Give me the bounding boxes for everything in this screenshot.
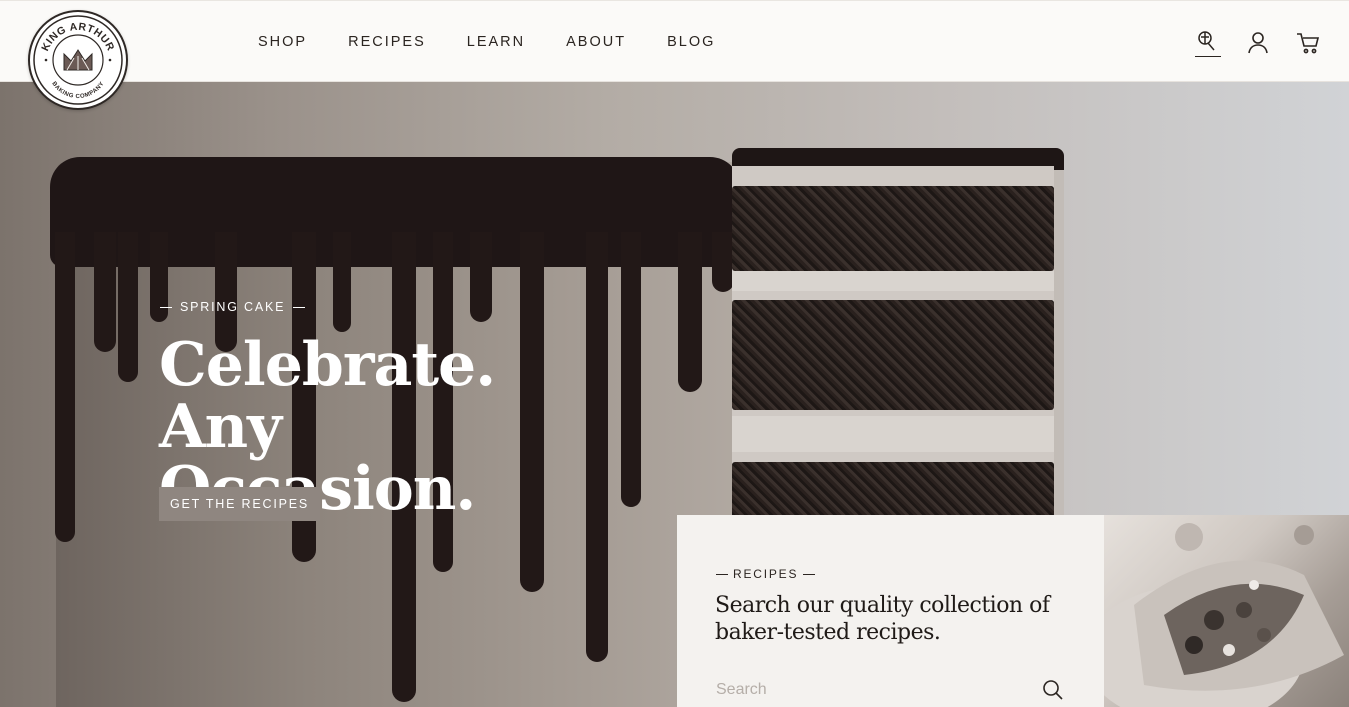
recipe-search-input[interactable]	[716, 675, 1066, 705]
nav-item-learn[interactable]: LEARN	[467, 34, 525, 50]
eyebrow-dash	[293, 306, 306, 308]
recipes-search-panel: RECIPES Search our quality collection of…	[677, 515, 1104, 707]
brand-logo[interactable]: KING ARTHUR BAKING COMPANY	[28, 10, 128, 110]
get-the-recipes-button[interactable]: GET THE RECIPES	[159, 487, 320, 521]
chef-hat-icon[interactable]	[1195, 29, 1221, 57]
hero-eyebrow: SPRING CAKE	[160, 300, 313, 314]
recipes-title-line2: baker-tested recipes.	[715, 620, 941, 645]
hero-title-line1: Celebrate. Any	[159, 330, 496, 462]
logo-emblem: KING ARTHUR BAKING COMPANY	[33, 15, 123, 105]
eyebrow-dash	[803, 573, 816, 575]
hero-eyebrow-label: SPRING CAKE	[180, 300, 286, 314]
search-icon[interactable]	[1041, 678, 1065, 702]
recipes-title-line1: Search our quality collection of	[715, 593, 1050, 618]
nav-item-about[interactable]: ABOUT	[566, 34, 626, 50]
recipes-eyebrow-label: RECIPES	[733, 567, 799, 581]
eyebrow-dash	[160, 306, 172, 308]
user-icon[interactable]	[1245, 29, 1271, 57]
nav-item-shop[interactable]: SHOP	[258, 34, 307, 50]
cart-icon[interactable]	[1295, 29, 1321, 57]
main-nav: SHOP RECIPES LEARN ABOUT BLOG	[258, 34, 756, 50]
tacos-image	[1104, 515, 1349, 707]
eyebrow-dash	[716, 573, 728, 575]
recipes-eyebrow: RECIPES	[716, 567, 820, 581]
site-header: SHOP RECIPES LEARN ABOUT BLOG	[0, 0, 1349, 82]
header-icons	[1171, 29, 1321, 57]
recipes-panel-title: Search our quality collection of baker-t…	[715, 592, 1075, 646]
nav-item-recipes[interactable]: RECIPES	[348, 34, 426, 50]
nav-item-blog[interactable]: BLOG	[667, 34, 715, 50]
